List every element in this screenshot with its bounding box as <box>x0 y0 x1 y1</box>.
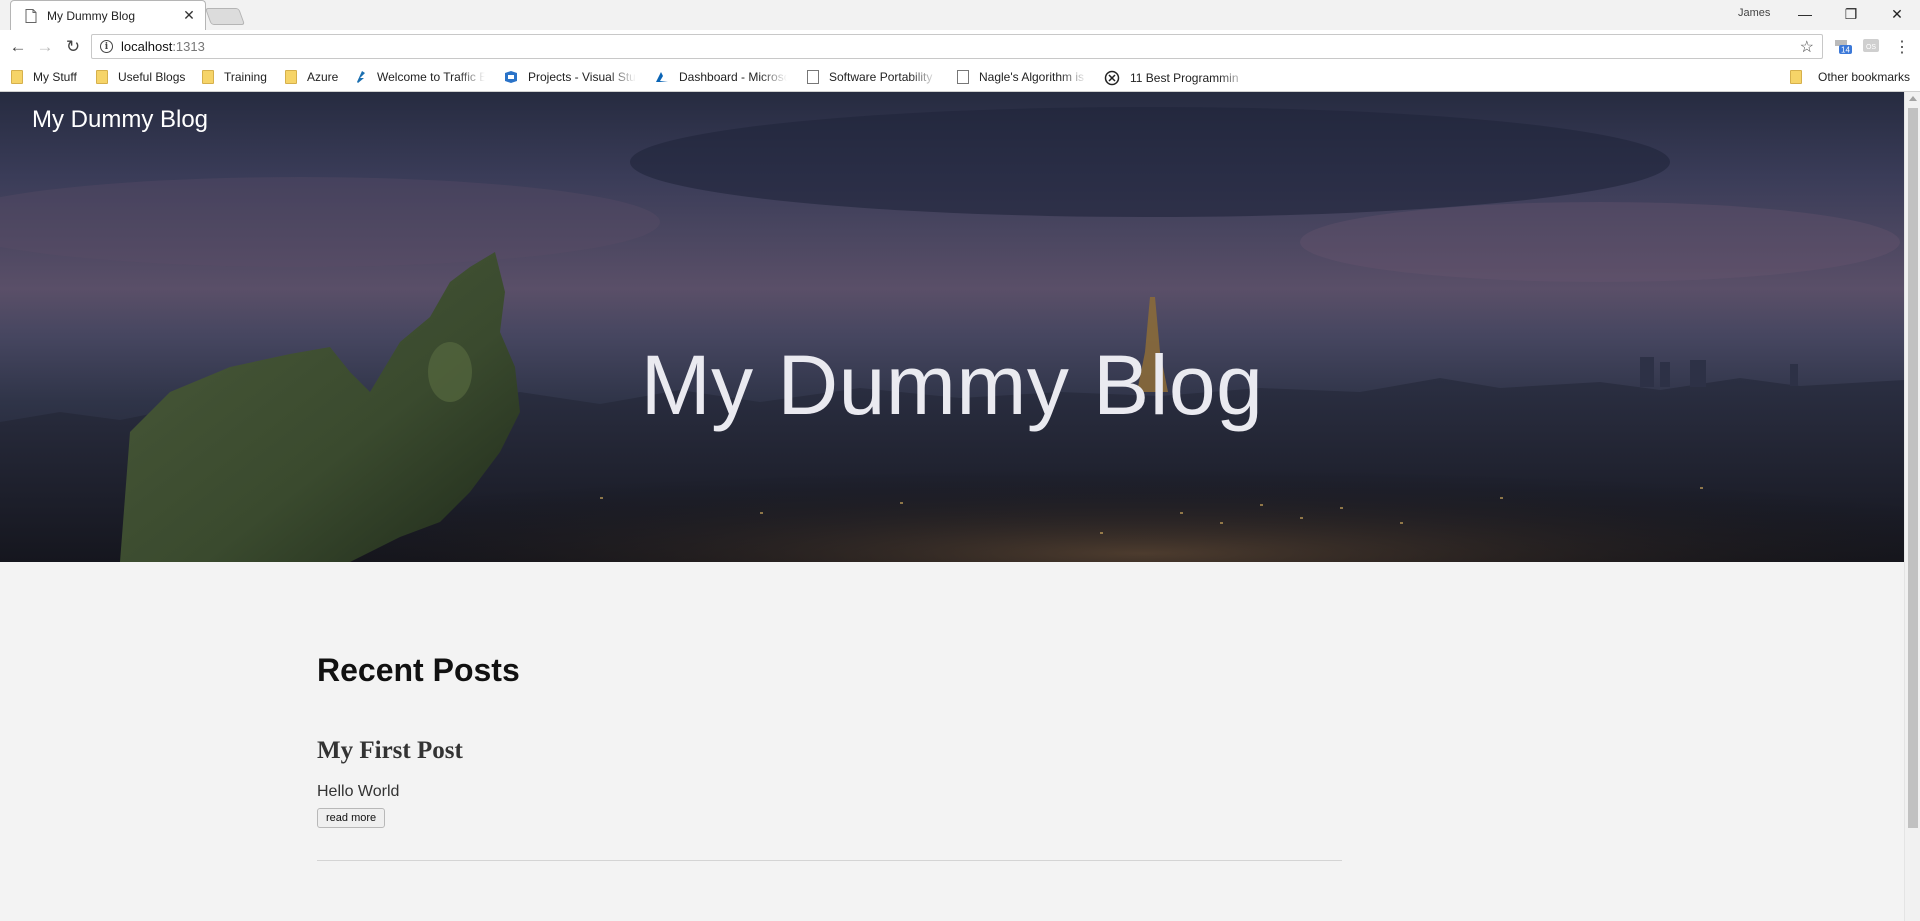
azure-icon <box>656 72 668 82</box>
url-port: :1313 <box>172 39 205 54</box>
bookmark-item[interactable]: My Stuff <box>11 70 77 84</box>
page-icon <box>25 8 37 23</box>
bookmark-item[interactable]: 11 Best Programmin <box>1104 70 1248 86</box>
site-brand[interactable]: My Dummy Blog <box>32 106 208 134</box>
tab-title: My Dummy Blog <box>47 8 136 23</box>
section-title: Recent Posts <box>317 652 520 688</box>
extension-os-icon[interactable]: OS <box>1862 38 1880 54</box>
new-tab-button[interactable] <box>204 8 246 25</box>
visual-studio-icon <box>505 71 517 83</box>
bookmarks-bar: My Stuff Useful Blogs Training Azure Wel… <box>0 64 1920 92</box>
bookmark-label: Projects - Visual Stu <box>528 70 636 84</box>
tab-close-icon[interactable]: ✕ <box>179 7 199 24</box>
back-icon[interactable]: ← <box>5 35 31 59</box>
bookmark-item[interactable]: Azure <box>285 70 338 84</box>
minimize-icon[interactable]: — <box>1782 0 1828 28</box>
bookmark-label: Useful Blogs <box>118 70 186 84</box>
hero-background-image <box>0 107 1904 562</box>
read-more-button[interactable]: read more <box>317 808 386 828</box>
profile-name[interactable]: James <box>1738 7 1770 19</box>
post-title[interactable]: My First Post <box>317 737 1342 765</box>
extension-badge-icon[interactable]: 14 <box>1834 38 1852 54</box>
reload-icon[interactable]: ↻ <box>60 35 86 59</box>
bookmark-item[interactable]: Projects - Visual Stu <box>504 70 636 84</box>
folder-icon <box>11 70 23 84</box>
bookmark-item[interactable]: Nagle's Algorithm is <box>957 70 1087 84</box>
bookmark-item[interactable]: Training <box>202 70 267 84</box>
page-scrollbar[interactable] <box>1904 92 1920 921</box>
post-summary: Hello World <box>317 783 400 800</box>
info-icon[interactable]: i <box>100 40 113 53</box>
folder-icon <box>96 70 108 84</box>
hero-banner: My Dummy Blog My Dummy Blog <box>0 92 1904 562</box>
browser-toolbar: ← → ↻ i localhost:1313 ☆ 14 OS ⋮ <box>0 30 1920 64</box>
bookmark-label: 11 Best Programmin <box>1130 71 1239 85</box>
restore-icon[interactable]: ❐ <box>1828 0 1874 28</box>
bookmark-item[interactable]: Dashboard - Microso <box>655 70 787 84</box>
other-bookmarks[interactable]: Other bookmarks <box>1790 70 1910 84</box>
url-host: localhost <box>121 39 173 54</box>
page-icon <box>957 70 969 84</box>
tab-strip: My Dummy Blog ✕ James — ❐ ✕ <box>0 0 1920 30</box>
circle-x-icon <box>1104 70 1120 86</box>
scroll-thumb[interactable] <box>1908 108 1918 828</box>
bookmark-item[interactable]: Welcome to Traffic E <box>355 70 485 84</box>
folder-icon <box>1790 70 1802 84</box>
menu-icon[interactable]: ⋮ <box>1889 35 1915 59</box>
bookmark-label: My Stuff <box>33 70 77 84</box>
bookmark-label: Welcome to Traffic E <box>377 70 485 84</box>
folder-icon <box>285 70 297 84</box>
close-window-icon[interactable]: ✕ <box>1874 0 1920 28</box>
post-divider <box>317 860 1342 861</box>
address-bar[interactable]: i localhost:1313 ☆ <box>91 34 1823 59</box>
extension-badge-count: 14 <box>1841 46 1850 55</box>
forward-icon[interactable]: → <box>32 35 58 59</box>
traffic-icon <box>357 71 365 83</box>
bookmark-label: Dashboard - Microso <box>679 70 787 84</box>
bookmark-label: Training <box>224 70 267 84</box>
page-icon <box>807 70 819 84</box>
page-viewport: My Dummy Blog My Dummy Blog Recent Posts… <box>0 92 1904 921</box>
bookmark-label: Software Portability <box>829 70 933 84</box>
recent-posts-section: Recent Posts My First Post Hello World r… <box>317 652 1342 861</box>
browser-tab[interactable]: My Dummy Blog ✕ <box>10 0 206 30</box>
folder-icon <box>202 70 214 84</box>
scroll-up-arrow-icon[interactable] <box>1909 96 1917 101</box>
bookmark-label: Nagle's Algorithm is <box>979 70 1084 84</box>
extension-os-label: OS <box>1866 44 1876 51</box>
bookmark-item[interactable]: Useful Blogs <box>96 70 185 84</box>
bookmark-label: Azure <box>307 70 339 84</box>
bookmark-star-icon[interactable]: ☆ <box>1800 37 1814 57</box>
other-bookmarks-label: Other bookmarks <box>1818 70 1911 84</box>
bookmark-item[interactable]: Software Portability <box>807 70 937 84</box>
post-item: My First Post Hello World read more <box>317 737 1342 861</box>
hero-title: My Dummy Blog <box>640 338 1264 432</box>
